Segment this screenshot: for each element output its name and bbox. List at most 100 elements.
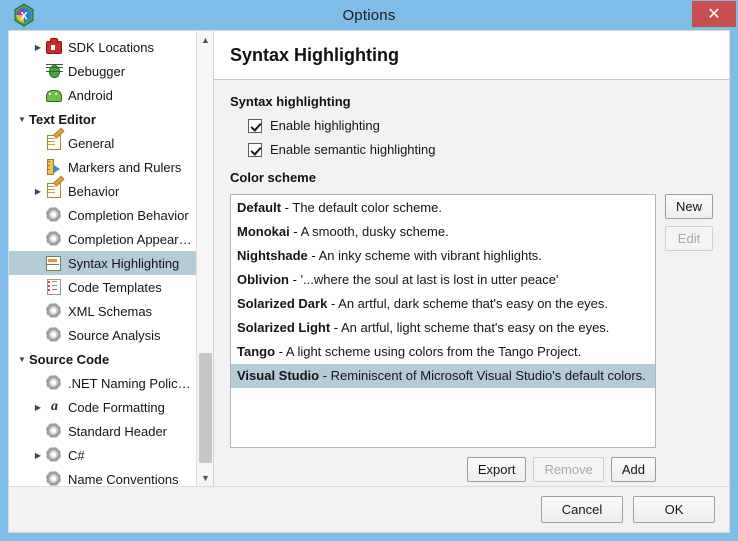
sidebar-item-label: Standard Header [68,423,168,439]
gear-icon [45,206,63,224]
scheme-name: Solarized Dark [237,296,328,311]
sidebar-item-label: General [68,135,115,151]
sidebar-item-code-formatting[interactable]: ▶ a Code Formatting [9,395,196,419]
scheme-list-item[interactable]: Nightshade - An inky scheme with vibrant… [231,244,655,268]
sidebar-item-label: Completion Behavior [68,207,189,223]
pencil-icon [45,134,63,152]
title-bar: X Options ✕ [0,0,738,30]
syntax-icon [45,254,63,272]
scheme-name: Nightshade [237,248,308,263]
checkbox-row-enable-semantic-highlighting[interactable]: Enable semantic highlighting [248,142,713,157]
sidebar-item-text-editor[interactable]: ▼ Text Editor [9,107,196,131]
sidebar-item-label: Android [68,87,113,103]
scheme-description: A smooth, dusky scheme. [300,224,449,239]
main-pane: Syntax Highlighting Syntax highlighting … [214,31,729,486]
scheme-list-item[interactable]: Default - The default color scheme. [231,196,655,220]
pencil-icon [45,182,63,200]
sidebar-item-label: SDK Locations [68,39,154,55]
sidebar-item-net-naming-policies[interactable]: .NET Naming Policies [9,371,196,395]
sidebar-item-xml-schemas[interactable]: XML Schemas [9,299,196,323]
sidebar-item-code-templates[interactable]: Code Templates [9,275,196,299]
scheme-separator: - [275,344,286,359]
sidebar-item-debugger[interactable]: Debugger [9,59,196,83]
sidebar-item-completion-appearance[interactable]: Completion Appearance [9,227,196,251]
sidebar-item-name-conventions[interactable]: Name Conventions [9,467,196,486]
toolbox-icon [45,38,63,56]
scheme-list-item[interactable]: Solarized Dark - An artful, dark scheme … [231,292,655,316]
checkbox-row-enable-highlighting[interactable]: Enable highlighting [248,118,713,133]
scheme-list-item[interactable]: Oblivion - '...where the soul at last is… [231,268,655,292]
settings-tree[interactable]: ▶ SDK Locations Debugger Android ▼ Text Edito… [9,31,196,486]
color-scheme-row: Default - The default color scheme. Monok… [230,194,713,448]
checkbox-group: Enable highlighting Enable semantic highl… [230,118,713,166]
checkbox-icon[interactable] [248,118,262,133]
chevron-down-icon[interactable]: ▼ [15,115,29,124]
scheme-description: The default color scheme. [292,200,442,215]
scroll-down-icon[interactable]: ▼ [197,469,213,486]
sidebar-item-label: Syntax Highlighting [68,255,180,271]
scheme-name: Tango [237,344,276,359]
sidebar-item-markers-and-rulers[interactable]: Markers and Rulers [9,155,196,179]
sidebar-item-label: C# [68,447,85,463]
scheme-description: '...where the soul at last is lost in ut… [300,272,559,287]
sidebar-item-label: Behavior [68,183,120,199]
color-scheme-list[interactable]: Default - The default color scheme. Monok… [230,194,656,448]
cancel-button[interactable]: Cancel [541,496,623,523]
sidebar-item-source-code[interactable]: ▼ Source Code [9,347,196,371]
sidebar-item-completion-behavior[interactable]: Completion Behavior [9,203,196,227]
settings-tree-sidebar: ▶ SDK Locations Debugger Android ▼ Text Edito… [9,31,214,486]
sidebar-item-label: Completion Appearance [68,231,192,247]
scheme-list-item[interactable]: Monokai - A smooth, dusky scheme. [231,220,655,244]
sidebar-item-source-analysis[interactable]: Source Analysis [9,323,196,347]
gear-icon [45,326,63,344]
content-row: ▶ SDK Locations Debugger Android ▼ Text Edito… [9,31,729,486]
new-button[interactable]: New [665,194,713,219]
chevron-right-icon[interactable]: ▶ [31,43,45,52]
sidebar-item-syntax-highlighting[interactable]: Syntax Highlighting [9,251,196,275]
scheme-list-item[interactable]: Visual Studio - Reminiscent of Microsoft… [231,364,655,388]
sidebar-item-android[interactable]: Android [9,83,196,107]
sidebar-item-general[interactable]: General [9,131,196,155]
checkbox-icon[interactable] [248,142,262,157]
dialog-footer: Cancel OK [9,486,729,532]
gear-icon [45,302,63,320]
sidebar-item-label: Markers and Rulers [68,159,182,175]
gear-icon [45,470,63,486]
add-button[interactable]: Add [610,457,656,482]
sidebar-scrollbar[interactable]: ▲ ▼ [196,31,213,486]
chevron-down-icon[interactable]: ▼ [15,355,29,364]
template-icon [45,278,63,296]
scroll-up-icon[interactable]: ▲ [197,31,213,48]
checkbox-label: Enable semantic highlighting [270,142,436,157]
color-scheme-section-label: Color scheme [230,170,316,185]
close-icon[interactable]: ✕ [692,1,736,27]
sidebar-item-label: .NET Naming Policies [68,375,192,391]
sidebar-item-label: Text Editor [29,111,96,127]
scrollbar-thumb[interactable] [199,353,212,463]
export-button[interactable]: Export [466,457,527,482]
dialog-body: ▶ SDK Locations Debugger Android ▼ Text Edito… [8,30,730,533]
scheme-list-item[interactable]: Tango - A light scheme using colors from… [231,340,655,364]
chevron-right-icon[interactable]: ▶ [31,403,45,412]
chevron-right-icon[interactable]: ▶ [31,187,45,196]
scheme-list-item[interactable]: Solarized Light - An artful, light schem… [231,316,655,340]
sidebar-item-label: Code Formatting [68,399,165,415]
sidebar-item-standard-header[interactable]: Standard Header [9,419,196,443]
sidebar-item-sdk-locations[interactable]: ▶ SDK Locations [9,35,196,59]
sidebar-item-label: Code Templates [68,279,162,295]
ok-button[interactable]: OK [633,496,715,523]
options-dialog-window: X Options ✕ ▶ SDK Locations Debugger Androi… [0,0,738,541]
ruler-icon [45,158,63,176]
android-icon [45,86,63,104]
sidebar-item-behavior[interactable]: ▶ Behavior [9,179,196,203]
chevron-right-icon[interactable]: ▶ [31,451,45,460]
bug-icon [45,62,63,80]
scheme-separator: - [307,248,319,263]
scheme-name: Oblivion [237,272,289,287]
sidebar-item-c[interactable]: ▶ C# [9,443,196,467]
gear-icon [45,230,63,248]
scheme-description: An artful, light scheme that's easy on t… [341,320,610,335]
color-scheme-action-buttons: Export Remove Add [230,457,713,482]
page-title: Syntax Highlighting [230,45,399,65]
sidebar-item-label: XML Schemas [68,303,153,319]
